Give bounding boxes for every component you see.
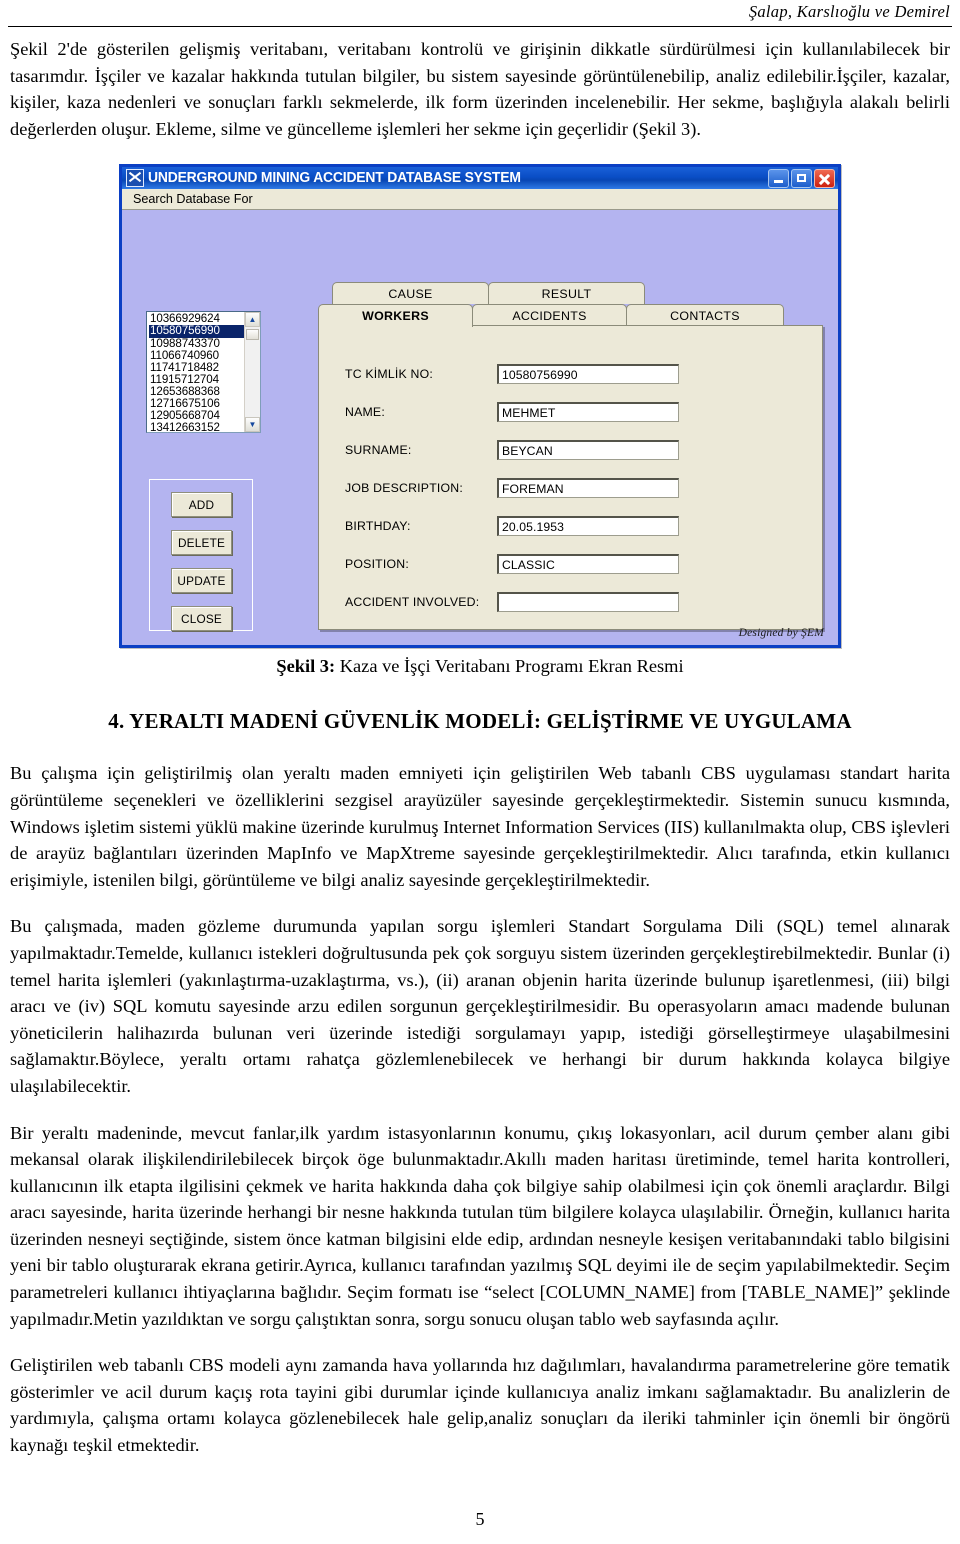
figure-caption: Şekil 3: Kaza ve İşçi Veritabanı Program… (10, 656, 950, 677)
header-rule (8, 26, 952, 27)
window-client-area: 10366929624 10580756990 10988743370 1106… (122, 210, 838, 644)
menu-item-search-database-for[interactable]: Search Database For (129, 191, 257, 207)
update-button[interactable]: UPDATE (171, 568, 232, 594)
field-row-birthday: BIRTHDAY: 20.05.1953 (345, 512, 804, 540)
tab-row-bottom: WORKERS ACCIDENTS CONTACTS (318, 304, 784, 328)
name-input[interactable]: MEHMET (497, 402, 679, 423)
field-row-tc-kimlik-no: TC KİMLİK NO: 10580756990 (345, 360, 804, 388)
accident-involved-input[interactable] (497, 592, 679, 613)
listbox-items: 10366929624 10580756990 10988743370 1106… (147, 312, 244, 432)
window-controls (768, 168, 835, 188)
list-item[interactable]: 13412663152 (149, 422, 244, 433)
field-row-job-description: JOB DESCRIPTION: FOREMAN (345, 474, 804, 502)
figure-3: UNDERGROUND MINING ACCIDENT DATABASE SYS… (10, 164, 950, 677)
app-window: UNDERGROUND MINING ACCIDENT DATABASE SYS… (119, 164, 841, 649)
paragraph-2: Bu çalışma için geliştirilmiş olan yeral… (10, 763, 950, 890)
tab-row-top: CAUSE RESULT (332, 282, 645, 305)
field-label: NAME: (345, 405, 385, 420)
field-row-surname: SURNAME: BEYCAN (345, 436, 804, 464)
field-row-accident-involved: ACCIDENT INVOLVED: (345, 588, 804, 616)
tab-control: CAUSE RESULT WORKERS ACCIDENTS CONTACTS … (318, 282, 823, 642)
paragraph-1: Şekil 2'de gösterilen gelişmiş veritaban… (10, 39, 950, 139)
field-label: JOB DESCRIPTION: (345, 481, 463, 496)
running-header: Şalap, Karslıoğlu ve Demirel (748, 2, 950, 21)
surname-input[interactable]: BEYCAN (497, 440, 679, 461)
page-content: Şekil 2'de gösterilen gelişmiş veritaban… (10, 36, 950, 1459)
position-input[interactable]: CLASSIC (497, 554, 679, 575)
tab-workers[interactable]: WORKERS (318, 304, 473, 328)
close-icon[interactable] (814, 168, 835, 188)
app-logo-icon (126, 169, 144, 188)
tab-result[interactable]: RESULT (488, 282, 645, 305)
field-label: POSITION: (345, 557, 409, 572)
title-bar: UNDERGROUND MINING ACCIDENT DATABASE SYS… (119, 164, 841, 190)
designed-by-label: Designed by ŞEM (738, 627, 824, 640)
field-label: BIRTHDAY: (345, 519, 411, 534)
job-description-input[interactable]: FOREMAN (497, 478, 679, 499)
menu-bar: Search Database For (122, 189, 838, 211)
tc-kimlik-no-input[interactable]: 10580756990 (497, 364, 679, 385)
document-page: Şalap, Karslıoğlu ve Demirel Şekil 2'de … (0, 0, 960, 1544)
close-button[interactable]: CLOSE (171, 606, 232, 632)
minimize-icon[interactable] (768, 168, 789, 188)
list-item[interactable]: 11066740960 (149, 349, 244, 362)
action-button-panel: ADD DELETE UPDATE CLOSE (149, 479, 253, 632)
field-label: ACCIDENT INVOLVED: (345, 595, 480, 610)
tab-contacts[interactable]: CONTACTS (626, 304, 784, 327)
scroll-up-icon[interactable]: ▲ (245, 312, 260, 328)
figure-caption-text: Kaza ve İşçi Veritabanı Programı Ekran R… (335, 656, 684, 677)
maximize-icon[interactable] (791, 168, 812, 188)
list-item[interactable]: 10580756990 (149, 325, 244, 338)
delete-button[interactable]: DELETE (171, 530, 232, 556)
scrollbar-thumb[interactable] (246, 329, 259, 341)
figure-caption-label: Şekil 3: (276, 656, 336, 677)
field-row-name: NAME: MEHMET (345, 398, 804, 426)
paragraph-3: Bu çalışmada, maden gözleme durumunda ya… (10, 916, 950, 1096)
scroll-down-icon[interactable]: ▼ (245, 417, 260, 433)
window-title: UNDERGROUND MINING ACCIDENT DATABASE SYS… (148, 170, 521, 187)
field-row-position: POSITION: CLASSIC (345, 550, 804, 578)
paragraph-5: Geliştirilen web tabanlı CBS modeli aynı… (10, 1355, 950, 1456)
tab-cause[interactable]: CAUSE (332, 282, 489, 305)
birthday-input[interactable]: 20.05.1953 (497, 516, 679, 537)
listbox-scrollbar[interactable]: ▲ ▼ (244, 312, 260, 433)
paragraph-4: Bir yeraltı madeninde, mevcut fanlar,ilk… (10, 1122, 950, 1329)
page-number: 5 (475, 1509, 485, 1529)
tab-panel-workers: TC KİMLİK NO: 10580756990 NAME: MEHMET S… (318, 325, 823, 631)
worker-id-listbox[interactable]: 10366929624 10580756990 10988743370 1106… (146, 311, 261, 434)
field-label: SURNAME: (345, 443, 412, 458)
add-button[interactable]: ADD (171, 492, 232, 518)
tab-accidents[interactable]: ACCIDENTS (472, 304, 627, 327)
list-item[interactable]: 10988743370 (149, 337, 244, 350)
field-label: TC KİMLİK NO: (345, 367, 434, 382)
section-heading: 4. YERALTI MADENİ GÜVENLİK MODELİ: GELİŞ… (108, 709, 852, 734)
